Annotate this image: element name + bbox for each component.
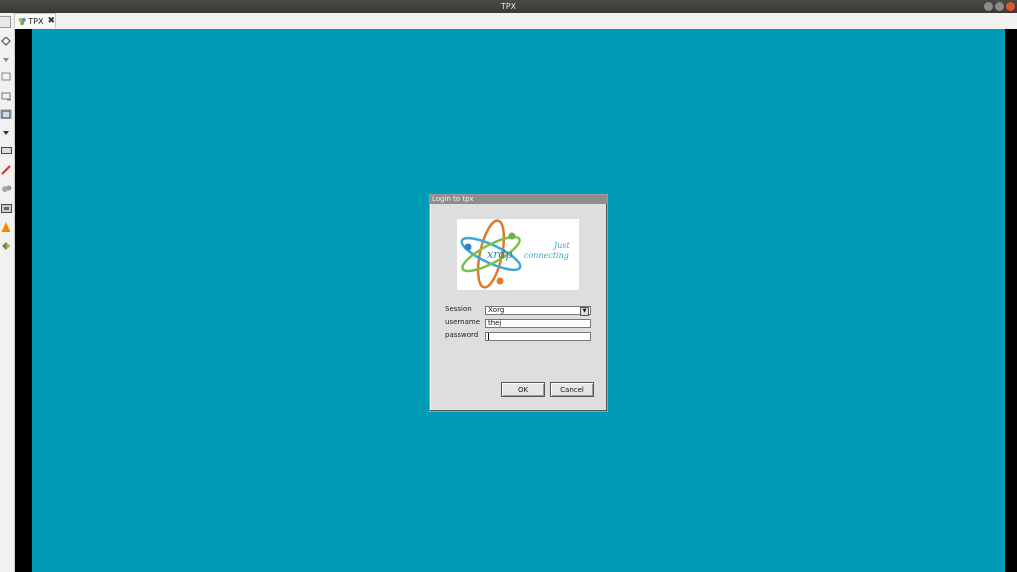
left-toolbar <box>0 29 15 572</box>
minimize-button[interactable] <box>984 2 993 11</box>
password-field[interactable] <box>485 332 591 341</box>
xrdp-logo: xrdp Just connecting <box>457 219 579 290</box>
password-label: password <box>445 331 479 339</box>
scale-dropdown-icon[interactable] <box>0 128 12 138</box>
fullscreen-icon[interactable] <box>0 37 12 47</box>
close-window-button[interactable] <box>1006 2 1015 11</box>
maximize-button[interactable] <box>995 2 1004 11</box>
login-dialog: Login to tpx xrdp Just connecting Sessio… <box>429 194 608 412</box>
tab-tpx[interactable]: TPX ✖ <box>14 13 56 28</box>
window-controls <box>984 2 1015 11</box>
preferences-icon[interactable] <box>0 183 12 193</box>
remmina-icon <box>18 17 26 25</box>
tab-strip: TPX ✖ <box>0 13 1017 30</box>
remote-letterbox-left <box>15 29 32 572</box>
ok-button[interactable]: OK <box>501 382 545 397</box>
dialog-title: Login to tpx <box>430 195 607 204</box>
screenshot-icon[interactable] <box>0 203 12 213</box>
tab-list-icon[interactable] <box>0 16 11 28</box>
window-titlebar: TPX <box>0 0 1017 13</box>
resize-icon[interactable] <box>0 91 12 101</box>
tools-icon[interactable] <box>0 165 12 175</box>
tab-label: TPX <box>28 16 44 26</box>
window-mode-icon[interactable] <box>0 71 12 81</box>
text-cursor <box>488 333 489 340</box>
scale-icon[interactable] <box>0 109 12 119</box>
chevron-down-icon[interactable]: ▼ <box>580 307 589 316</box>
username-label: username <box>445 318 480 326</box>
keyboard-icon[interactable] <box>0 145 12 155</box>
vlc-icon[interactable] <box>0 222 12 232</box>
disconnect-icon[interactable] <box>0 241 12 251</box>
logo-tagline-line2: connecting <box>524 251 569 260</box>
logo-tagline-line1: Just <box>554 241 570 250</box>
dropdown-arrow-icon[interactable] <box>0 55 12 65</box>
svg-text:xrdp: xrdp <box>487 248 513 261</box>
window-title: TPX <box>500 2 517 11</box>
tab-close-icon[interactable]: ✖ <box>47 16 55 26</box>
username-value: thej <box>488 319 502 327</box>
cancel-button[interactable]: Cancel <box>550 382 594 397</box>
remote-letterbox-right <box>1005 29 1017 572</box>
session-select[interactable]: Xorg ▼ <box>485 306 591 316</box>
session-label: Session <box>445 305 472 313</box>
session-value: Xorg <box>488 306 505 314</box>
username-field[interactable]: thej <box>485 319 591 328</box>
